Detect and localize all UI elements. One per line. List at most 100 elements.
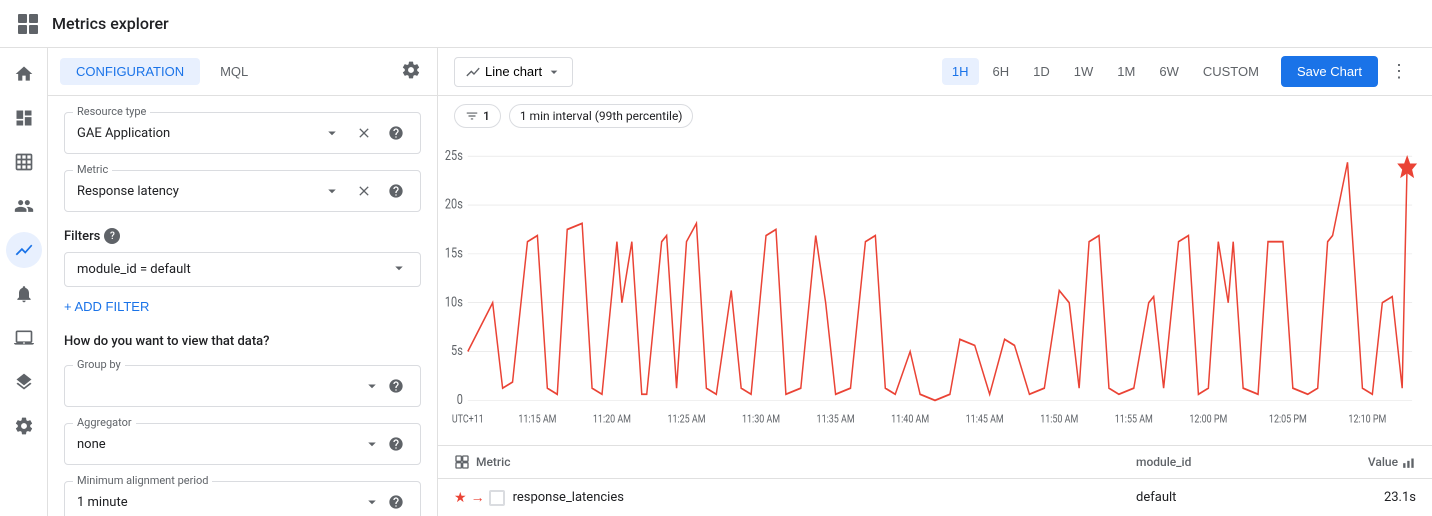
filter-chip-0[interactable]: module_id = default <box>64 252 421 287</box>
row-value: 23.1s <box>1336 490 1416 505</box>
group-by-label: Group by <box>73 358 125 371</box>
time-btn-1m[interactable]: 1M <box>1107 58 1145 85</box>
table-row: ★ → response_latencies default 23.1s <box>438 479 1432 516</box>
time-btn-6w[interactable]: 6W <box>1149 58 1189 85</box>
col-header-module: module_id <box>1136 455 1336 469</box>
more-options-button[interactable]: ⋮ <box>1382 57 1416 86</box>
svg-text:11:55 AM: 11:55 AM <box>1115 414 1153 426</box>
filters-help-icon[interactable]: ? <box>104 228 120 244</box>
metric-icon <box>454 454 470 470</box>
config-body: Resource type GAE Application Metric <box>48 96 437 516</box>
nav-dashboard-icon[interactable] <box>6 100 42 136</box>
metric-label: Metric <box>73 163 112 176</box>
svg-text:11:50 AM: 11:50 AM <box>1040 414 1078 426</box>
resource-type-field: Resource type GAE Application <box>64 112 421 154</box>
time-btn-custom[interactable]: CUSTOM <box>1193 58 1269 85</box>
aggregator-help-button[interactable] <box>384 432 408 456</box>
resource-type-label: Resource type <box>73 105 150 118</box>
add-filter-button[interactable]: + ADD FILTER <box>64 295 421 318</box>
min-alignment-value: 1 minute <box>77 495 360 510</box>
svg-text:12:10 PM: 12:10 PM <box>1348 414 1386 426</box>
nav-layers-icon[interactable] <box>6 364 42 400</box>
filter-expand-button[interactable] <box>390 259 408 280</box>
time-btn-1w[interactable]: 1W <box>1064 58 1104 85</box>
table-header: Metric module_id Value <box>438 446 1432 479</box>
nav-chart-icon[interactable] <box>6 232 42 268</box>
svg-text:11:30 AM: 11:30 AM <box>742 414 780 426</box>
min-alignment-dropdown-button[interactable] <box>360 490 384 514</box>
filters-section: Filters ? module_id = default + ADD FILT… <box>64 228 421 318</box>
col-header-metric: Metric <box>454 454 1136 470</box>
filters-header: Filters ? <box>64 228 421 244</box>
metric-row: Response latency <box>77 179 408 203</box>
col-header-metric-label: Metric <box>476 455 510 469</box>
left-nav <box>0 48 48 516</box>
metric-clear-button[interactable] <box>352 179 376 203</box>
row-metric-name: response_latencies <box>513 490 1136 505</box>
metric-field: Metric Response latency <box>64 170 421 212</box>
group-by-help-button[interactable] <box>384 374 408 398</box>
chart-type-label: Line chart <box>485 64 542 79</box>
svg-text:11:35 AM: 11:35 AM <box>817 414 855 426</box>
aggregator-dropdown-button[interactable] <box>360 432 384 456</box>
nav-bell-icon[interactable] <box>6 276 42 312</box>
chart-type-select[interactable]: Line chart <box>454 57 573 87</box>
svg-text:11:20 AM: 11:20 AM <box>593 414 631 426</box>
row-star-icon: ★ <box>454 490 467 506</box>
save-chart-button[interactable]: Save Chart <box>1281 56 1378 87</box>
col-header-module-label: module_id <box>1136 455 1191 469</box>
resource-type-dropdown-button[interactable] <box>320 121 344 145</box>
row-arrow-icon: → <box>471 489 485 506</box>
value-bars-icon <box>1402 455 1416 469</box>
aggregator-value: none <box>77 437 360 452</box>
legend-interval: 1 min interval (99th percentile) <box>509 104 694 128</box>
time-btn-1d[interactable]: 1D <box>1023 58 1060 85</box>
group-by-field: Group by <box>64 365 421 407</box>
svg-text:5s: 5s <box>451 343 463 358</box>
min-alignment-help-button[interactable] <box>384 490 408 514</box>
chart-toolbar: Line chart 1H 6H 1D 1W 1M 6W CUSTOM Save… <box>438 48 1432 96</box>
chart-svg: 25s 20s 15s 10s 5s 0 UTC+11 11:15 AM 11:… <box>438 144 1432 437</box>
nav-grid-icon[interactable] <box>6 144 42 180</box>
time-controls: 1H 6H 1D 1W 1M 6W CUSTOM Save Chart ⋮ <box>942 56 1416 87</box>
group-by-dropdown-button[interactable] <box>360 374 384 398</box>
svg-text:15s: 15s <box>445 245 463 260</box>
chart-line <box>468 162 1407 400</box>
nav-settings-icon[interactable] <box>6 408 42 444</box>
svg-text:UTC+11: UTC+11 <box>452 414 484 426</box>
metric-dropdown-button[interactable] <box>320 179 344 203</box>
row-module: default <box>1136 490 1336 505</box>
col-header-value-label: Value <box>1368 455 1398 469</box>
svg-text:11:25 AM: 11:25 AM <box>667 414 705 426</box>
nav-people-icon[interactable] <box>6 188 42 224</box>
svg-text:11:15 AM: 11:15 AM <box>518 414 556 426</box>
time-btn-1h[interactable]: 1H <box>942 58 979 85</box>
chart-legend: 1 1 min interval (99th percentile) <box>438 96 1432 136</box>
time-btn-6h[interactable]: 6H <box>983 58 1020 85</box>
config-panel: CONFIGURATION MQL Resource type GAE Appl… <box>48 48 438 516</box>
min-alignment-label: Minimum alignment period <box>73 474 212 487</box>
resource-type-value: GAE Application <box>77 126 312 141</box>
main-layout: CONFIGURATION MQL Resource type GAE Appl… <box>0 48 1432 516</box>
filters-title: Filters <box>64 229 100 244</box>
nav-home-icon[interactable] <box>6 56 42 92</box>
svg-text:12:00 PM: 12:00 PM <box>1189 414 1227 426</box>
legend-filter-chip[interactable]: 1 <box>454 104 501 128</box>
resource-type-row: GAE Application <box>77 121 408 145</box>
svg-text:12:05 PM: 12:05 PM <box>1269 414 1307 426</box>
app-icon <box>16 12 40 36</box>
tab-mql[interactable]: MQL <box>204 58 264 85</box>
app-title: Metrics explorer <box>52 14 169 33</box>
aggregator-label: Aggregator <box>73 416 136 429</box>
svg-text:11:40 AM: 11:40 AM <box>891 414 929 426</box>
svg-text:25s: 25s <box>445 148 463 163</box>
row-checkbox[interactable] <box>489 490 505 506</box>
tab-configuration[interactable]: CONFIGURATION <box>60 58 200 85</box>
svg-text:0: 0 <box>457 392 463 407</box>
metric-help-button[interactable] <box>384 179 408 203</box>
config-gear-button[interactable] <box>397 56 425 87</box>
config-tabs: CONFIGURATION MQL <box>48 48 437 96</box>
resource-type-help-button[interactable] <box>384 121 408 145</box>
resource-type-clear-button[interactable] <box>352 121 376 145</box>
nav-monitor-icon[interactable] <box>6 320 42 356</box>
